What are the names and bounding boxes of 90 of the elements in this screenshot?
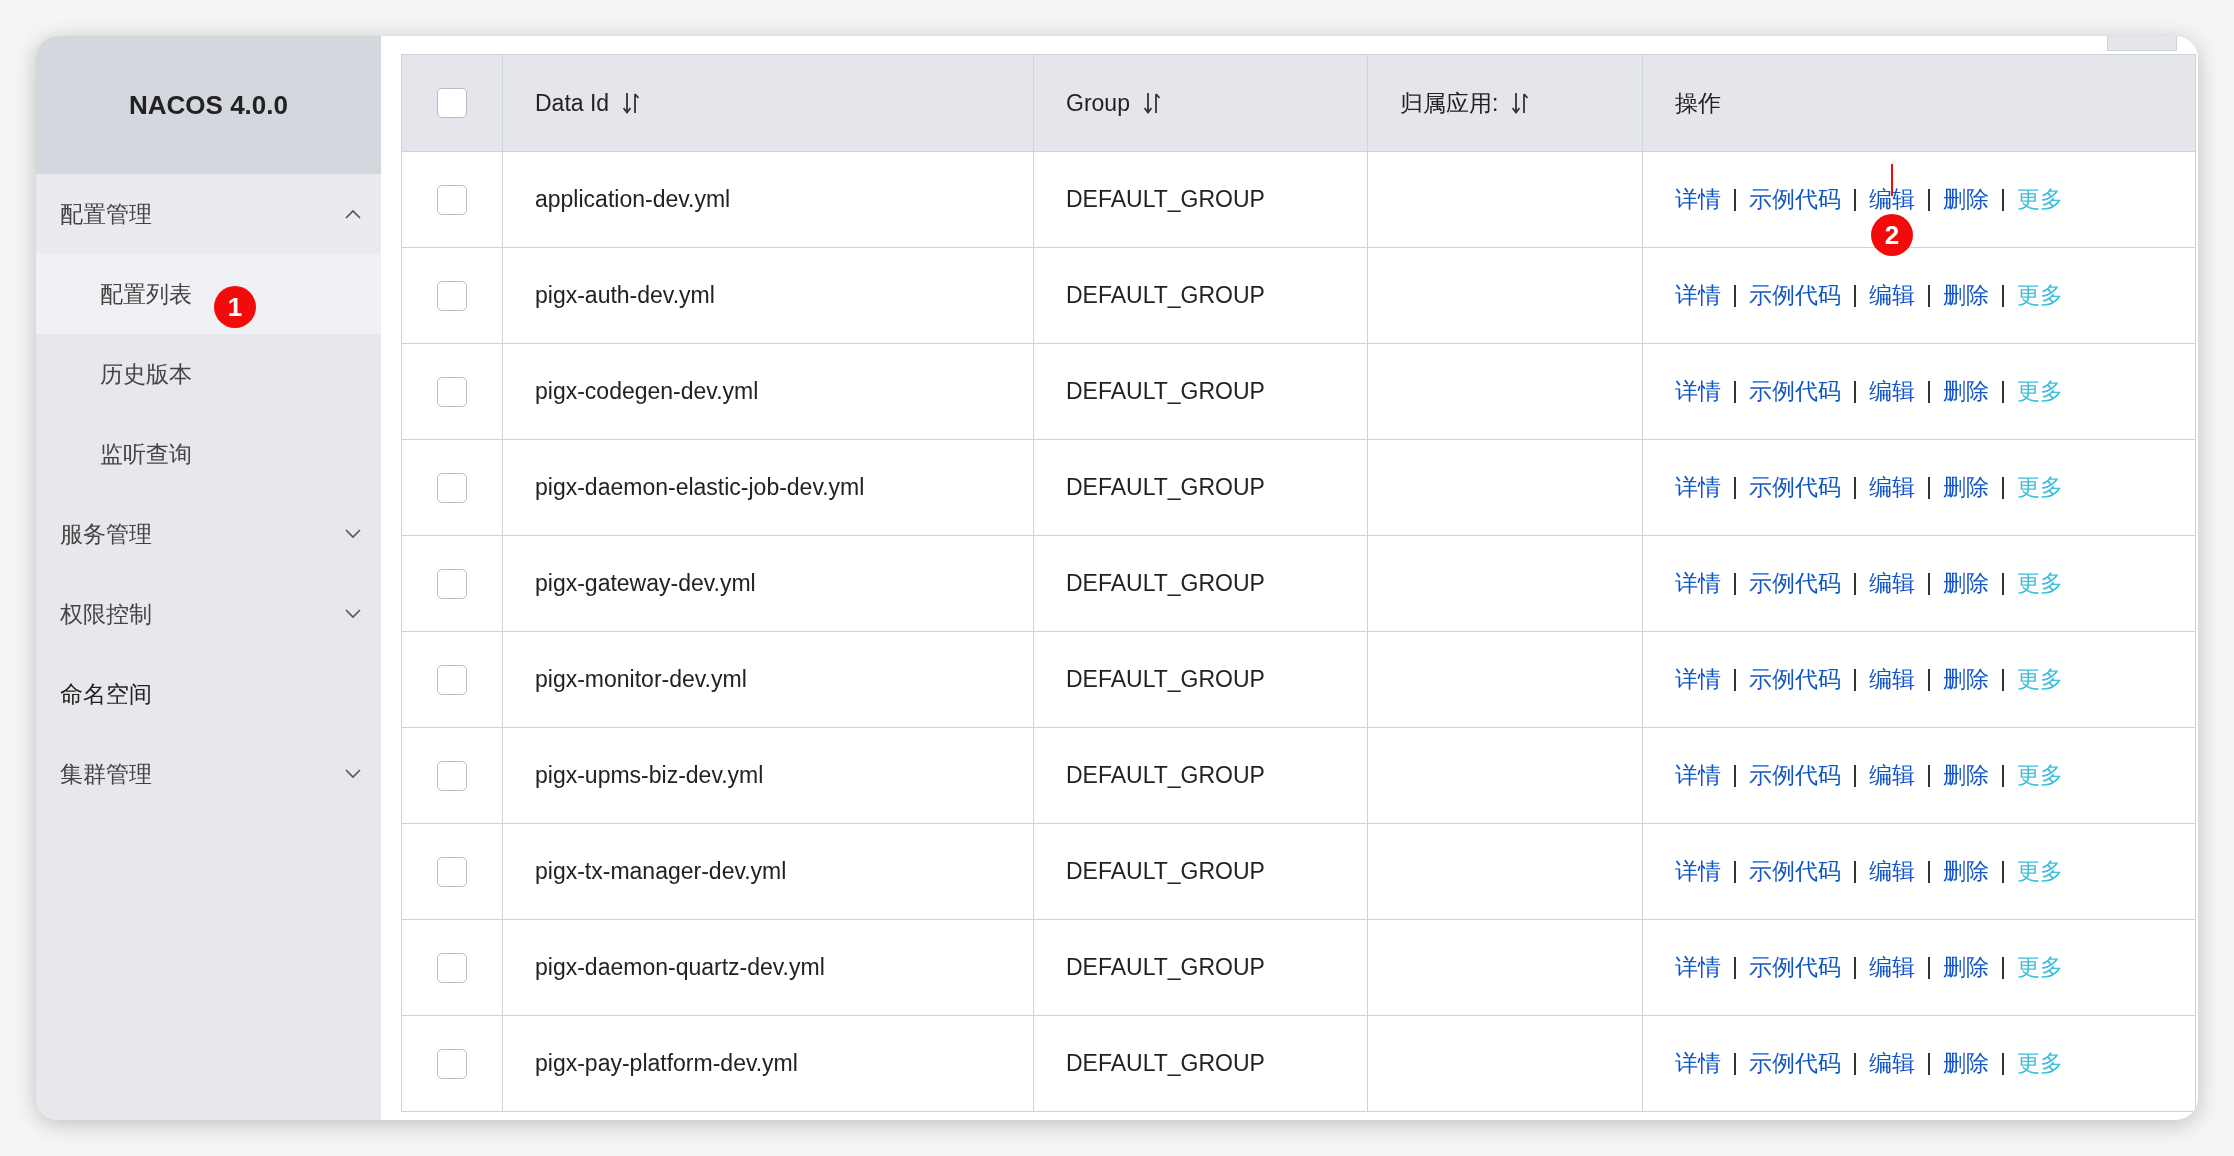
action-link[interactable]: 示例代码 — [1749, 664, 1841, 695]
action-link[interactable]: 编辑 — [1869, 856, 1915, 887]
action-link[interactable]: 删除 — [1943, 1048, 1989, 1079]
column-header: 归属应用: — [1400, 88, 1499, 118]
action-link[interactable]: 示例代码 — [1749, 856, 1841, 887]
action-link[interactable]: 示例代码 — [1749, 760, 1841, 791]
action-link[interactable]: 编辑 — [1869, 472, 1915, 503]
action-link[interactable]: 编辑 — [1869, 952, 1915, 983]
chevron-up-icon — [345, 209, 361, 219]
chevron-down-icon — [345, 769, 361, 779]
table-cell: DEFAULT_GROUP — [1033, 824, 1367, 919]
action-link[interactable]: 删除 — [1943, 664, 1989, 695]
row-checkbox[interactable] — [437, 856, 467, 887]
select-all-checkbox[interactable] — [437, 88, 467, 118]
action-link[interactable]: 示例代码 — [1749, 1048, 1841, 1079]
action-link[interactable]: 编辑 — [1869, 376, 1915, 407]
menu-group[interactable]: 集群管理 — [36, 734, 381, 814]
table-cell: pigx-daemon-elastic-job-dev.yml — [502, 440, 1033, 535]
table-cell: pigx-tx-manager-dev.yml — [502, 824, 1033, 919]
sort-icon[interactable] — [623, 92, 640, 114]
action-link[interactable]: 删除 — [1943, 760, 1989, 791]
table-cell: DEFAULT_GROUP — [1033, 632, 1367, 727]
row-checkbox[interactable] — [437, 184, 467, 215]
action-link[interactable]: 删除 — [1943, 952, 1989, 983]
row-checkbox[interactable] — [437, 568, 467, 599]
table-cell: pigx-gateway-dev.yml — [502, 536, 1033, 631]
table-cell: application-dev.yml — [502, 152, 1033, 247]
table-cell: pigx-pay-platform-dev.yml — [502, 1016, 1033, 1111]
action-link[interactable]: 详情 — [1675, 856, 1721, 887]
menu-item[interactable]: 历史版本 — [36, 334, 381, 414]
row-checkbox[interactable] — [437, 952, 467, 983]
table-cell: DEFAULT_GROUP — [1033, 920, 1367, 1015]
action-link[interactable]: 示例代码 — [1749, 472, 1841, 503]
action-link[interactable]: 详情 — [1675, 376, 1721, 407]
column-header: Group — [1066, 89, 1130, 117]
table-cell: DEFAULT_GROUP — [1033, 344, 1367, 439]
table-cell: DEFAULT_GROUP — [1033, 440, 1367, 535]
table-cell: DEFAULT_GROUP — [1033, 152, 1367, 247]
menu-group[interactable]: 服务管理 — [36, 494, 381, 574]
row-checkbox[interactable] — [437, 1048, 467, 1079]
chevron-down-icon — [345, 609, 361, 619]
action-link[interactable]: 详情 — [1675, 664, 1721, 695]
action-link[interactable]: 删除 — [1943, 568, 1989, 599]
table-cell: pigx-auth-dev.yml — [502, 248, 1033, 343]
row-checkbox[interactable] — [437, 376, 467, 407]
action-link[interactable]: 删除 — [1943, 376, 1989, 407]
app-title: NACOS 4.0.0 — [129, 89, 288, 121]
sort-icon[interactable] — [1512, 92, 1529, 114]
action-link[interactable]: 删除 — [1943, 184, 1989, 215]
action-link[interactable]: 详情 — [1675, 1048, 1721, 1079]
action-link[interactable]: 删除 — [1943, 472, 1989, 503]
action-link[interactable]: 编辑 — [1869, 664, 1915, 695]
table-cell: pigx-monitor-dev.yml — [502, 632, 1033, 727]
action-link[interactable]: 示例代码 — [1749, 952, 1841, 983]
menu-item[interactable]: 命名空间 — [36, 654, 381, 734]
action-link[interactable]: 详情 — [1675, 952, 1721, 983]
action-link[interactable]: 删除 — [1943, 856, 1989, 887]
action-link[interactable]: 详情 — [1675, 568, 1721, 599]
action-link[interactable]: 详情 — [1675, 472, 1721, 503]
table-cell: DEFAULT_GROUP — [1033, 536, 1367, 631]
table-cell: pigx-upms-biz-dev.yml — [502, 728, 1033, 823]
row-checkbox[interactable] — [437, 664, 467, 695]
sort-icon[interactable] — [1143, 92, 1160, 114]
action-link[interactable]: 编辑 — [1869, 760, 1915, 791]
row-checkbox[interactable] — [437, 280, 467, 311]
row-checkbox[interactable] — [437, 472, 467, 503]
chevron-down-icon — [345, 529, 361, 539]
action-link[interactable]: 编辑 — [1869, 568, 1915, 599]
action-link[interactable]: 详情 — [1675, 280, 1721, 311]
action-link[interactable]: 示例代码 — [1749, 376, 1841, 407]
action-link[interactable]: 编辑 — [1869, 1048, 1915, 1079]
action-link[interactable]: 示例代码 — [1749, 280, 1841, 311]
table-cell: pigx-daemon-quartz-dev.yml — [502, 920, 1033, 1015]
table-cell: DEFAULT_GROUP — [1033, 248, 1367, 343]
action-link[interactable]: 详情 — [1675, 760, 1721, 791]
menu-item[interactable]: 监听查询 — [36, 414, 381, 494]
action-link[interactable]: 编辑 — [1869, 280, 1915, 311]
column-header: 操作 — [1675, 88, 1721, 118]
action-link[interactable]: 删除 — [1943, 280, 1989, 311]
action-link[interactable]: 示例代码 — [1749, 568, 1841, 599]
table-cell: DEFAULT_GROUP — [1033, 728, 1367, 823]
table-cell: DEFAULT_GROUP — [1033, 1016, 1367, 1111]
annotation-badge: 2 — [1871, 214, 1913, 256]
action-link[interactable]: 示例代码 — [1749, 184, 1841, 215]
menu-group[interactable]: 权限控制 — [36, 574, 381, 654]
row-checkbox[interactable] — [437, 760, 467, 791]
table-cell: pigx-codegen-dev.yml — [502, 344, 1033, 439]
action-link[interactable]: 详情 — [1675, 184, 1721, 215]
action-link[interactable]: 编辑 — [1869, 184, 1915, 215]
column-header: Data Id — [535, 89, 610, 117]
